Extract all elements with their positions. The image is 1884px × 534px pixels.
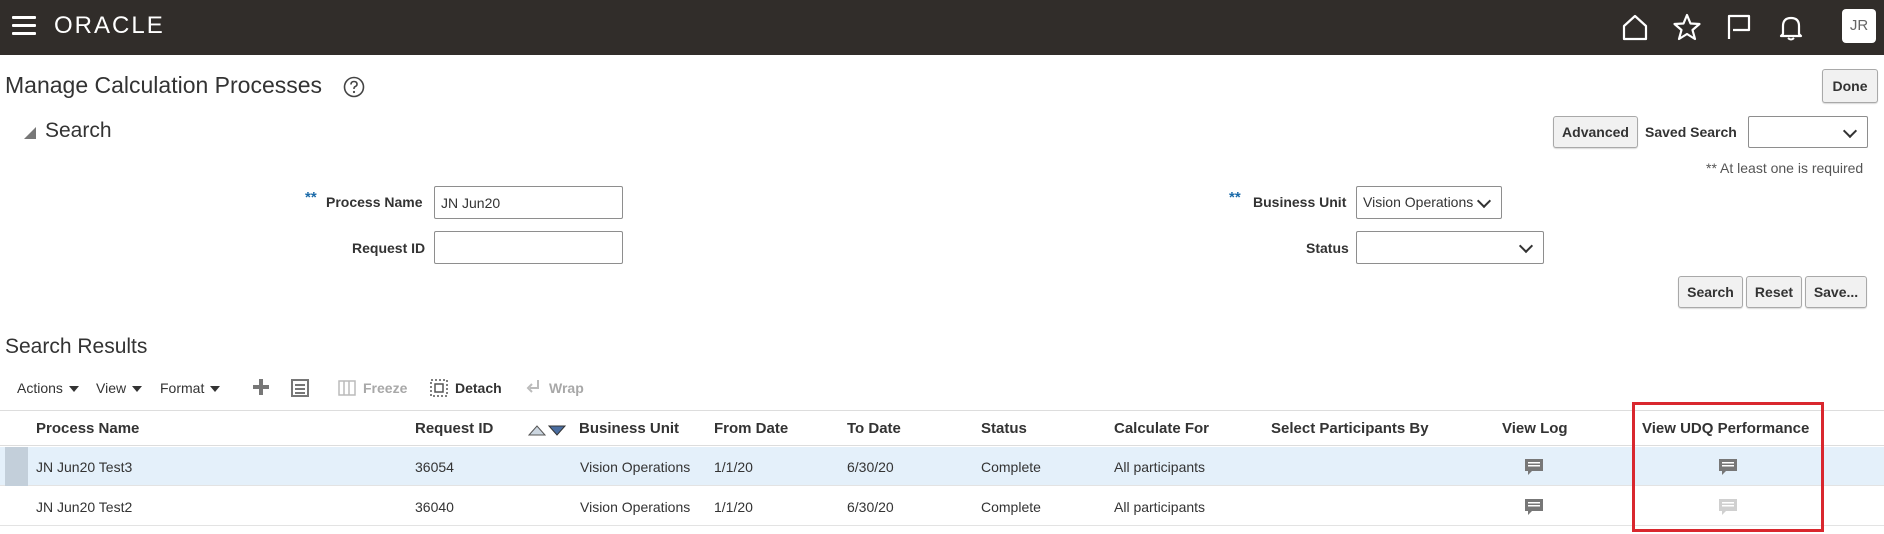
- bell-icon[interactable]: [1776, 12, 1806, 42]
- star-icon[interactable]: [1672, 12, 1702, 42]
- caret-down-icon: [210, 386, 221, 393]
- cell-business-unit: Vision Operations: [580, 499, 691, 515]
- saved-search-label: Saved Search: [1645, 124, 1737, 140]
- status-label: Status: [1306, 240, 1349, 256]
- home-icon[interactable]: [1620, 12, 1650, 42]
- view-menu[interactable]: View: [96, 380, 143, 396]
- oracle-logo[interactable]: ORACLE: [54, 12, 165, 40]
- cell-to-date: 6/30/20: [847, 459, 894, 475]
- add-icon[interactable]: [252, 378, 270, 396]
- menu-icon[interactable]: [12, 16, 36, 36]
- freeze-icon: [338, 380, 356, 396]
- format-menu[interactable]: Format: [160, 380, 221, 396]
- collapse-triangle-icon[interactable]: [24, 127, 36, 139]
- edit-icon[interactable]: [290, 378, 310, 398]
- table-row[interactable]: JN Jun20 Test2 36040 Vision Operations 1…: [0, 487, 1884, 526]
- column-from-date[interactable]: From Date: [714, 420, 788, 437]
- row-selector[interactable]: [5, 447, 28, 486]
- help-icon[interactable]: [343, 76, 365, 98]
- column-calculate-for[interactable]: Calculate For: [1114, 420, 1209, 437]
- chevron-down-icon: [1476, 193, 1492, 209]
- cell-process-name: JN Jun20 Test2: [36, 499, 133, 515]
- cell-request-id: 36054: [415, 459, 454, 475]
- status-select[interactable]: [1356, 231, 1544, 264]
- page-title: Manage Calculation Processes: [5, 72, 323, 98]
- search-results-title: Search Results: [5, 335, 148, 358]
- column-request-id[interactable]: Request ID: [415, 420, 493, 437]
- wrap-button: Wrap: [549, 380, 584, 396]
- required-note: ** At least one is required: [1706, 160, 1864, 176]
- cell-process-name: JN Jun20 Test3: [36, 459, 133, 475]
- required-marker: **: [305, 189, 317, 206]
- column-select-participants-by[interactable]: Select Participants By: [1271, 420, 1429, 437]
- cell-status: Complete: [981, 499, 1041, 515]
- caret-down-icon: [132, 386, 143, 393]
- freeze-button: Freeze: [363, 380, 408, 396]
- done-button[interactable]: Done: [1822, 69, 1878, 103]
- flag-icon[interactable]: [1724, 12, 1754, 42]
- column-process-name[interactable]: Process Name: [36, 420, 139, 437]
- highlight-box: [1632, 402, 1824, 532]
- column-to-date[interactable]: To Date: [847, 420, 901, 437]
- detach-button[interactable]: Detach: [455, 380, 502, 396]
- column-business-unit[interactable]: Business Unit: [579, 420, 679, 437]
- global-header: ORACLE JR: [0, 0, 1884, 55]
- detach-icon[interactable]: [429, 378, 449, 398]
- process-name-input[interactable]: [434, 186, 623, 219]
- wrap-icon: [526, 380, 539, 393]
- reset-button[interactable]: Reset: [1746, 276, 1802, 308]
- cell-from-date: 1/1/20: [714, 499, 753, 515]
- advanced-button[interactable]: Advanced: [1553, 116, 1638, 148]
- cell-business-unit: Vision Operations: [580, 459, 691, 475]
- search-section-title[interactable]: Search: [45, 119, 112, 143]
- cell-to-date: 6/30/20: [847, 499, 894, 515]
- cell-calculate-for: All participants: [1114, 459, 1206, 475]
- required-marker: **: [1229, 189, 1241, 206]
- column-status[interactable]: Status: [981, 420, 1027, 437]
- cell-request-id: 36040: [415, 499, 454, 515]
- process-name-label: Process Name: [326, 194, 423, 210]
- request-id-input[interactable]: [434, 231, 623, 264]
- cell-status: Complete: [981, 459, 1041, 475]
- column-view-log[interactable]: View Log: [1502, 420, 1568, 437]
- cell-calculate-for: All participants: [1114, 499, 1206, 515]
- view-log-icon[interactable]: [1524, 498, 1544, 516]
- save-button[interactable]: Save...: [1805, 276, 1867, 308]
- business-unit-select[interactable]: Vision Operations: [1356, 186, 1502, 219]
- chevron-down-icon: [1842, 123, 1858, 139]
- chevron-down-icon: [1518, 238, 1534, 254]
- sort-icon[interactable]: [528, 424, 566, 436]
- caret-down-icon: [68, 386, 79, 393]
- view-log-icon[interactable]: [1524, 458, 1544, 476]
- results-table-header: Process Name Request ID Business Unit Fr…: [0, 410, 1884, 446]
- saved-search-select[interactable]: [1748, 116, 1868, 148]
- request-id-label: Request ID: [352, 240, 426, 256]
- user-avatar[interactable]: JR: [1842, 9, 1876, 43]
- search-button[interactable]: Search: [1678, 276, 1743, 308]
- cell-from-date: 1/1/20: [714, 459, 753, 475]
- business-unit-label: Business Unit: [1253, 194, 1347, 210]
- table-row[interactable]: JN Jun20 Test3 36054 Vision Operations 1…: [0, 447, 1884, 486]
- actions-menu[interactable]: Actions: [17, 380, 79, 396]
